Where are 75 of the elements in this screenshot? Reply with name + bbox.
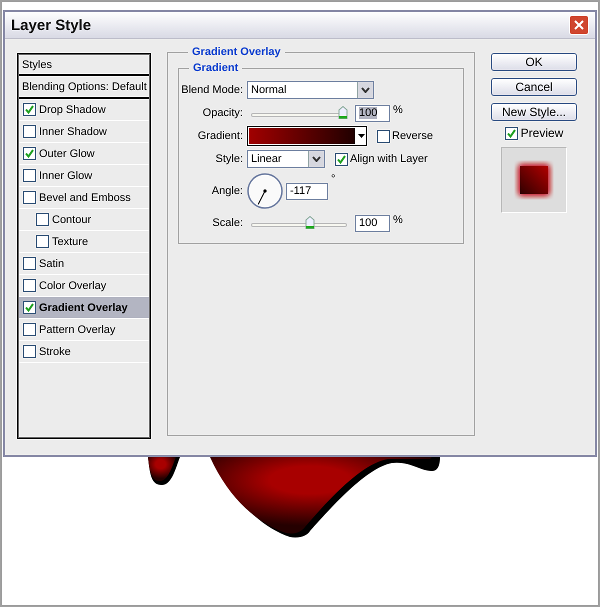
scale-input[interactable]: 100: [355, 214, 390, 232]
checkbox[interactable]: [377, 130, 390, 142]
close-button[interactable]: [569, 15, 589, 35]
gradient-picker[interactable]: [247, 126, 367, 146]
style-label: Pattern Overlay: [39, 324, 116, 336]
slider-thumb[interactable]: [304, 216, 315, 229]
style-label: Inner Glow: [39, 170, 92, 182]
checkbox[interactable]: [23, 103, 36, 116]
checkbox[interactable]: [23, 169, 36, 182]
checkbox[interactable]: [36, 235, 49, 248]
slider[interactable]: [249, 106, 349, 120]
style-item[interactable]: Stroke: [19, 341, 149, 363]
style-label: Bevel and Emboss: [39, 192, 131, 204]
style-item[interactable]: Outer Glow: [19, 143, 149, 165]
preview-swatch: [501, 147, 567, 213]
checkbox[interactable]: [23, 301, 36, 314]
field-label: Scale:: [211, 217, 243, 229]
style-item[interactable]: Blending Options: Default: [19, 76, 149, 99]
group-title: Gradient: [192, 62, 240, 74]
checkbox-label: Reverse: [392, 130, 433, 142]
field-label: Opacity:: [202, 107, 243, 119]
field-label: Blend Mode:: [180, 84, 243, 96]
window-title: Layer Style: [11, 16, 92, 34]
dialog-button[interactable]: Cancel: [491, 78, 577, 96]
style-label: Satin: [39, 258, 64, 270]
style-label: Gradient Overlay: [39, 302, 128, 314]
checkbox[interactable]: [23, 257, 36, 270]
checkbox[interactable]: [23, 345, 36, 358]
style-item[interactable]: Drop Shadow: [19, 99, 149, 121]
unit-label: %: [393, 104, 403, 116]
checkbox[interactable]: [23, 147, 36, 160]
style-item[interactable]: Bevel and Emboss: [19, 187, 149, 209]
checkbox[interactable]: [23, 279, 36, 292]
style-item[interactable]: Gradient Overlay: [19, 297, 149, 319]
style-label: Texture: [52, 236, 88, 248]
checkbox[interactable]: [23, 125, 36, 138]
section-title: Gradient Overlay: [191, 46, 282, 58]
dialog-button[interactable]: New Style...: [491, 103, 577, 121]
dialog-button[interactable]: OK: [491, 53, 577, 71]
style-label: Drop Shadow: [39, 104, 106, 116]
style-item[interactable]: Pattern Overlay: [19, 319, 149, 341]
chevron-down-icon: [312, 156, 321, 162]
style-label: Contour: [52, 214, 92, 226]
checkbox[interactable]: [335, 152, 348, 166]
checkbox[interactable]: [504, 126, 518, 140]
style-item[interactable]: Texture: [19, 231, 149, 253]
field-label: Gradient:: [196, 130, 243, 142]
style-item[interactable]: Inner Shadow: [19, 121, 149, 143]
style-label: Stroke: [39, 346, 71, 358]
blend-mode-dropdown[interactable]: Normal: [247, 81, 374, 99]
style-item[interactable]: Contour: [19, 209, 149, 231]
angle-input[interactable]: -117: [286, 182, 328, 200]
chevron-down-icon: [361, 87, 370, 93]
style-item[interactable]: Satin: [19, 253, 149, 275]
style-item[interactable]: Inner Glow: [19, 165, 149, 187]
field-label: Style:: [214, 153, 243, 165]
style-label: Outer Glow: [39, 148, 95, 160]
checkbox-label: Align with Layer: [350, 153, 428, 165]
unit-label: °: [331, 173, 336, 185]
style-dropdown[interactable]: Linear: [247, 150, 325, 168]
unit-label: %: [393, 214, 403, 226]
checkbox[interactable]: [36, 213, 49, 226]
slider[interactable]: [249, 216, 349, 230]
caret-icon: [358, 134, 364, 138]
slider-thumb[interactable]: [338, 106, 348, 119]
style-label: Color Overlay: [39, 280, 106, 292]
style-label: Inner Shadow: [39, 126, 107, 138]
checkbox-label: Preview: [520, 126, 564, 140]
angle-dial[interactable]: [247, 173, 283, 209]
list-header: Styles: [22, 58, 52, 70]
close-icon: [573, 19, 585, 31]
checkbox[interactable]: [23, 323, 36, 336]
field-label: Angle:: [210, 185, 243, 197]
checkbox[interactable]: [23, 191, 36, 204]
opacity-input[interactable]: 100: [355, 104, 390, 122]
